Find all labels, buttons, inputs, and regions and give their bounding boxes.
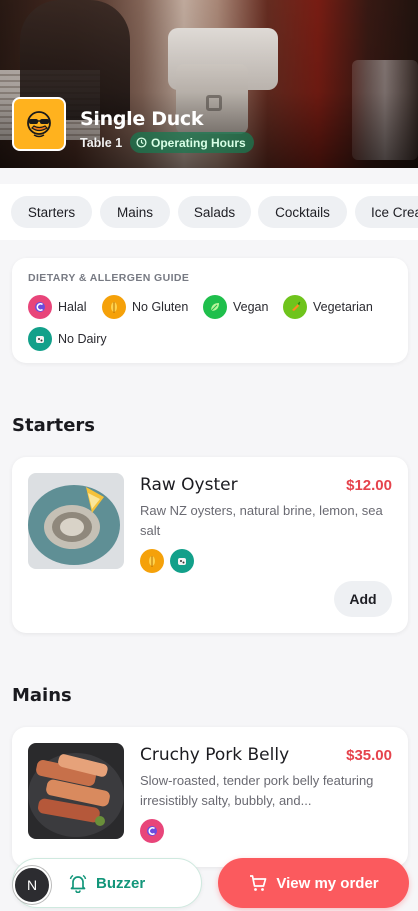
tab-starters[interactable]: Starters bbox=[11, 196, 92, 228]
section-title-mains: Mains bbox=[12, 685, 72, 706]
cow-icon bbox=[28, 327, 52, 351]
halal-icon bbox=[28, 295, 52, 319]
carrot-icon bbox=[283, 295, 307, 319]
add-button[interactable]: Add bbox=[334, 581, 392, 617]
clock-icon bbox=[136, 137, 147, 148]
item-description: Slow-roasted, tender pork belly featurin… bbox=[140, 773, 374, 808]
cart-icon bbox=[250, 875, 267, 891]
item-name: Raw Oyster bbox=[140, 475, 238, 495]
diet-label: No Dairy bbox=[58, 332, 107, 346]
item-image-pork-belly bbox=[28, 743, 124, 839]
diet-item-vegetarian: Vegetarian bbox=[283, 295, 373, 319]
item-dietary-badges bbox=[140, 819, 164, 843]
halal-icon bbox=[140, 819, 164, 843]
diet-label: Halal bbox=[58, 300, 87, 314]
section-title-starters: Starters bbox=[12, 415, 95, 436]
table-number: Table 1 bbox=[80, 136, 123, 150]
diet-label: No Gluten bbox=[132, 300, 189, 314]
buzzer-label: Buzzer bbox=[96, 874, 146, 892]
wheat-icon bbox=[140, 549, 164, 573]
bottom-action-bar: Buzzer N View my order bbox=[0, 850, 418, 911]
tab-ice-cream[interactable]: Ice Crea bbox=[355, 196, 418, 228]
diet-label: Vegan bbox=[233, 300, 269, 314]
item-price: $12.00 bbox=[346, 477, 392, 494]
diet-item-no-gluten: No Gluten bbox=[102, 295, 188, 319]
leaf-icon bbox=[203, 295, 227, 319]
view-order-label: View my order bbox=[276, 874, 379, 892]
category-tabs: Starters Mains Salads Cocktails Ice Crea bbox=[0, 184, 418, 240]
dietary-guide-card: DIETARY & ALLERGEN GUIDE Halal No Gluten… bbox=[12, 258, 408, 363]
item-description: Raw NZ oysters, natural brine, lemon, se… bbox=[140, 503, 383, 538]
restaurant-logo bbox=[12, 97, 66, 151]
diet-item-vegan: Vegan bbox=[203, 295, 268, 319]
item-name: Cruchy Pork Belly bbox=[140, 745, 290, 765]
restaurant-name: Single Duck bbox=[80, 108, 204, 130]
item-price: $35.00 bbox=[346, 747, 392, 764]
tab-cocktails[interactable]: Cocktails bbox=[258, 196, 347, 228]
bell-icon bbox=[69, 874, 87, 893]
diet-item-halal: Halal bbox=[28, 295, 87, 319]
menu-item-card[interactable]: Raw Oyster $12.00 Raw NZ oysters, natura… bbox=[12, 457, 408, 633]
operating-hours-badge[interactable]: Operating Hours bbox=[130, 132, 254, 153]
wheat-icon bbox=[102, 295, 126, 319]
duck-sunglasses-icon bbox=[27, 111, 51, 138]
avatar[interactable]: N bbox=[13, 866, 51, 904]
diet-label: Vegetarian bbox=[313, 300, 373, 314]
operating-hours-label: Operating Hours bbox=[151, 135, 246, 150]
dietary-guide-title: DIETARY & ALLERGEN GUIDE bbox=[28, 272, 190, 284]
item-image-raw-oyster bbox=[28, 473, 124, 569]
tab-mains[interactable]: Mains bbox=[100, 196, 170, 228]
view-order-button[interactable]: View my order bbox=[218, 858, 409, 908]
tab-salads[interactable]: Salads bbox=[178, 196, 251, 228]
diet-item-no-dairy: No Dairy bbox=[28, 327, 107, 351]
item-dietary-badges bbox=[140, 549, 194, 573]
menu-item-card[interactable]: Cruchy Pork Belly $35.00 Slow-roasted, t… bbox=[12, 727, 408, 867]
cow-icon bbox=[170, 549, 194, 573]
